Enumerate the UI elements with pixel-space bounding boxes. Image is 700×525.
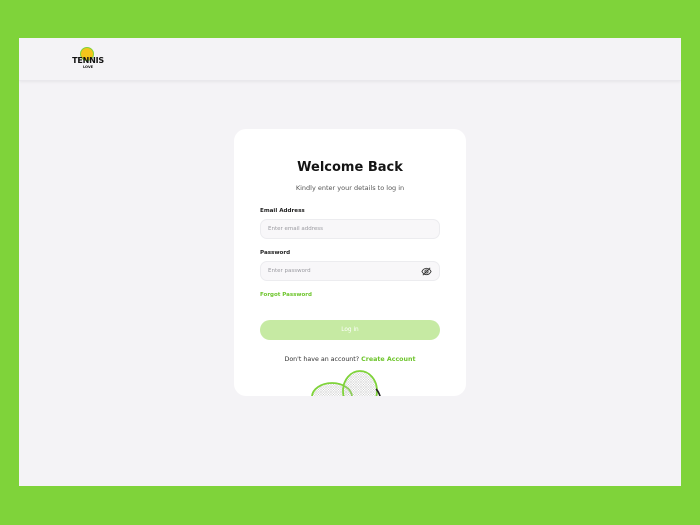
email-field-wrapper <box>260 219 440 239</box>
login-card: Welcome Back Kindly enter your details t… <box>234 129 466 396</box>
page-subtitle: Kindly enter your details to log in <box>295 184 405 192</box>
logo-text: TENNIS <box>72 56 104 65</box>
password-field[interactable] <box>268 262 418 280</box>
email-field[interactable] <box>268 220 418 238</box>
signup-prompt: Don't have an account? Create Account <box>234 356 466 363</box>
create-account-link[interactable]: Create Account <box>361 356 415 363</box>
email-label: Email Address <box>260 208 305 214</box>
password-field-wrapper <box>260 261 440 281</box>
app-frame: TENNIS LOVE Welcome Back Kindly enter yo… <box>19 38 681 486</box>
eye-off-icon[interactable] <box>421 266 432 277</box>
forgot-password-link[interactable]: Forgot Password <box>260 292 312 298</box>
top-header: TENNIS LOVE <box>19 38 681 81</box>
password-label: Password <box>260 250 291 256</box>
tennis-rackets-icon <box>311 370 381 396</box>
logo-subtext: LOVE <box>82 65 94 69</box>
tennis-logo[interactable]: TENNIS LOVE <box>70 47 106 73</box>
page-title: Welcome Back <box>297 160 403 175</box>
no-account-text: Don't have an account? <box>284 356 360 363</box>
login-button[interactable]: Log in <box>260 320 440 340</box>
